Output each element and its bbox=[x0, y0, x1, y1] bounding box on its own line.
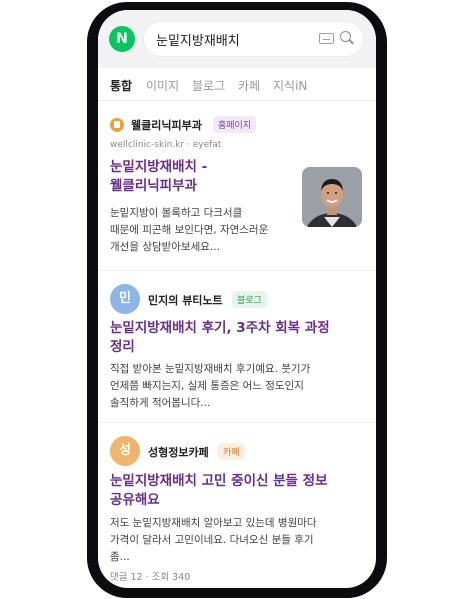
result-source: 웰클리닉피부과 홈페이지 bbox=[110, 116, 370, 136]
result-title[interactable]: 눈밑지방재배치 후기, 3주차 회복 과정 정리 bbox=[110, 319, 368, 357]
result-meta: 댓글 12 · 조회 340 bbox=[110, 572, 191, 583]
naver-logo[interactable]: N bbox=[109, 26, 135, 52]
result-source: 성형정보카페 카페 bbox=[148, 443, 368, 463]
result-snippet: 직접 받아본 눈밑지방재배치 후기예요. 붓기가 언제쯤 빠지는지, 실제 통증… bbox=[110, 363, 311, 409]
source-name[interactable]: 성형정보카페 bbox=[148, 444, 209, 460]
doctor-photo[interactable] bbox=[302, 167, 362, 227]
result-title[interactable]: 눈밑지방재배치 고민 중이신 분들 정보 공유해요 bbox=[110, 472, 368, 510]
clinic-favicon-icon bbox=[110, 118, 124, 132]
cafe-avatar[interactable]: 성 bbox=[110, 436, 140, 466]
search-box[interactable] bbox=[144, 22, 363, 56]
result-source: 민지의 뷰티노트 블로그 bbox=[148, 291, 368, 311]
tab-all[interactable]: 통합 bbox=[110, 77, 132, 94]
phone-screen: N 통합 이미지 블로그 카페 지식iN 웰클리닉피부과 홈페이지 wellcl… bbox=[98, 10, 376, 588]
source-name[interactable]: 민지의 뷰티노트 bbox=[148, 292, 223, 308]
result-url[interactable]: wellclinic-skin.kr · eyefat bbox=[110, 140, 221, 150]
tab-cafe[interactable]: 카페 bbox=[238, 77, 260, 94]
result-card: 성 성형정보카페 카페 눈밑지방재배치 고민 중이신 분들 정보 공유해요 저도… bbox=[98, 423, 376, 588]
result-card: 웰클리닉피부과 홈페이지 wellclinic-skin.kr · eyefat… bbox=[98, 101, 376, 271]
search-input[interactable] bbox=[156, 29, 306, 49]
result-snippet: 저도 눈밑지방재배치 알아보고 있는데 병원마다 가격이 달라서 고민이네요. … bbox=[110, 517, 317, 563]
keyboard-icon[interactable] bbox=[319, 33, 334, 44]
cafe-badge: 카페 bbox=[218, 443, 245, 460]
result-card: 민 민지의 뷰티노트 블로그 눈밑지방재배치 후기, 3주차 회복 과정 정리 … bbox=[98, 271, 376, 423]
tab-blog[interactable]: 블로그 bbox=[192, 77, 225, 94]
search-icon[interactable] bbox=[340, 31, 351, 42]
blog-avatar[interactable]: 민 bbox=[110, 284, 140, 314]
blog-badge: 블로그 bbox=[232, 291, 267, 308]
search-header: N bbox=[98, 10, 376, 68]
tab-images[interactable]: 이미지 bbox=[146, 77, 179, 94]
homepage-badge: 홈페이지 bbox=[213, 116, 257, 133]
search-tabs: 통합 이미지 블로그 카페 지식iN bbox=[98, 68, 376, 101]
source-name[interactable]: 웰클리닉피부과 bbox=[131, 117, 202, 133]
result-snippet: 눈밑지방이 볼록하고 다크서클 때문에 피곤해 보인다면, 자연스러운 개선을 … bbox=[110, 207, 269, 253]
tab-kin[interactable]: 지식iN bbox=[273, 77, 307, 94]
result-title[interactable]: 눈밑지방재배치 - 웰클리닉피부과 bbox=[110, 158, 300, 196]
